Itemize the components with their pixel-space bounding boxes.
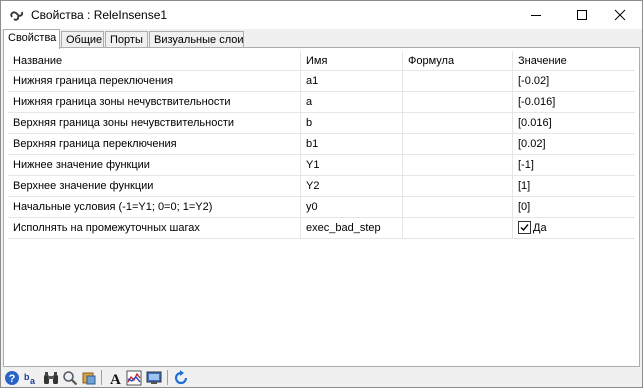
table-row[interactable]: Нижнее значение функции Y1 [-1]: [8, 155, 635, 176]
close-icon: [614, 9, 626, 21]
param-value[interactable]: [0]: [513, 197, 635, 217]
window-title: Свойства : ReleInsense1: [31, 8, 168, 22]
tab-label: Общие: [66, 34, 103, 46]
maximize-icon: [577, 10, 587, 20]
param-name: Верхнее значение функции: [8, 176, 301, 196]
table-row[interactable]: Верхняя граница зоны нечувствительности …: [8, 113, 635, 134]
tab-ports[interactable]: Порты: [105, 31, 148, 48]
minimize-button[interactable]: [513, 1, 559, 29]
table-row[interactable]: Нижняя граница зоны нечувствительности a…: [8, 92, 635, 113]
magnifier-icon[interactable]: [62, 370, 78, 386]
param-formula[interactable]: [403, 113, 513, 133]
table-row[interactable]: Исполнять на промежуточных шагах exec_ba…: [8, 218, 635, 239]
svg-text:a: a: [30, 376, 36, 386]
column-header-name[interactable]: Название: [8, 51, 301, 70]
column-header-value[interactable]: Значение: [513, 51, 635, 70]
param-id: Y2: [301, 176, 403, 196]
table-row[interactable]: Верхняя граница переключения b1 [0.02]: [8, 134, 635, 155]
tab-label: Свойства: [8, 32, 57, 44]
exec-bad-step-checkbox[interactable]: [518, 220, 531, 234]
param-name: Нижнее значение функции: [8, 155, 301, 175]
close-button[interactable]: [597, 1, 642, 29]
checkbox-label: Да: [533, 222, 547, 234]
param-value[interactable]: [-1]: [513, 155, 635, 175]
param-id: b: [301, 113, 403, 133]
tab-general[interactable]: Общие: [61, 31, 104, 48]
minimize-icon: [531, 15, 541, 16]
app-logo-icon: [9, 7, 25, 23]
tab-properties[interactable]: Свойства: [3, 29, 60, 49]
param-name: Верхняя граница зоны нечувствительности: [8, 113, 301, 133]
param-id: Y1: [301, 155, 403, 175]
paint-icon[interactable]: [81, 370, 97, 386]
refresh-icon[interactable]: [173, 370, 189, 386]
column-header-id[interactable]: Имя: [301, 51, 403, 70]
param-id: exec_bad_step: [301, 218, 403, 238]
table-row[interactable]: Нижняя граница переключения a1 [-0.02]: [8, 71, 635, 92]
table-row[interactable]: Начальные условия (-1=Y1; 0=0; 1=Y2) y0 …: [8, 197, 635, 218]
monitor-icon[interactable]: [146, 370, 162, 386]
param-formula[interactable]: [403, 92, 513, 112]
binoculars-icon[interactable]: [43, 370, 59, 386]
param-name: Нижняя граница переключения: [8, 71, 301, 91]
svg-text:?: ?: [9, 373, 16, 385]
properties-table[interactable]: Название Имя Формула Значение Нижняя гра…: [8, 51, 635, 239]
param-name: Начальные условия (-1=Y1; 0=0; 1=Y2): [8, 197, 301, 217]
bottom-toolbar: ? b a A: [1, 368, 642, 388]
tab-visual-layers[interactable]: Визуальные слои: [149, 31, 244, 48]
table-row[interactable]: Верхнее значение функции Y2 [1]: [8, 176, 635, 197]
param-id: y0: [301, 197, 403, 217]
param-formula[interactable]: [403, 155, 513, 175]
param-id: a: [301, 92, 403, 112]
tab-label: Порты: [110, 34, 143, 46]
param-formula[interactable]: [403, 176, 513, 196]
tab-strip: Свойства Общие Порты Визуальные слои: [3, 29, 642, 49]
param-value[interactable]: Да: [513, 218, 635, 238]
table-header: Название Имя Формула Значение: [8, 51, 635, 71]
toolbar-separator: [101, 370, 102, 385]
param-name: Верхняя граница переключения: [8, 134, 301, 154]
param-value[interactable]: [-0.02]: [513, 71, 635, 91]
param-formula[interactable]: [403, 197, 513, 217]
title-bar[interactable]: Свойства : ReleInsense1: [1, 1, 642, 29]
param-formula[interactable]: [403, 134, 513, 154]
tab-label: Визуальные слои: [154, 34, 244, 46]
param-value[interactable]: [0.02]: [513, 134, 635, 154]
param-formula[interactable]: [403, 218, 513, 238]
help-icon[interactable]: ?: [4, 370, 20, 386]
param-value[interactable]: [0.016]: [513, 113, 635, 133]
chart-icon[interactable]: [126, 370, 142, 386]
param-id: b1: [301, 134, 403, 154]
svg-text:A: A: [110, 372, 121, 386]
param-name: Нижняя граница зоны нечувствительности: [8, 92, 301, 112]
font-icon[interactable]: A: [107, 370, 123, 388]
sort-alpha-icon[interactable]: b a: [23, 370, 39, 386]
param-name: Исполнять на промежуточных шагах: [8, 218, 301, 238]
checkmark-icon: [520, 223, 529, 231]
column-header-formula[interactable]: Формула: [403, 51, 513, 70]
param-id: a1: [301, 71, 403, 91]
param-value[interactable]: [-0.016]: [513, 92, 635, 112]
properties-panel: Название Имя Формула Значение Нижняя гра…: [3, 47, 640, 367]
param-formula[interactable]: [403, 71, 513, 91]
param-value[interactable]: [1]: [513, 176, 635, 196]
toolbar-separator: [167, 370, 168, 385]
properties-window: Свойства : ReleInsense1 Свойства Общие П…: [0, 0, 643, 388]
